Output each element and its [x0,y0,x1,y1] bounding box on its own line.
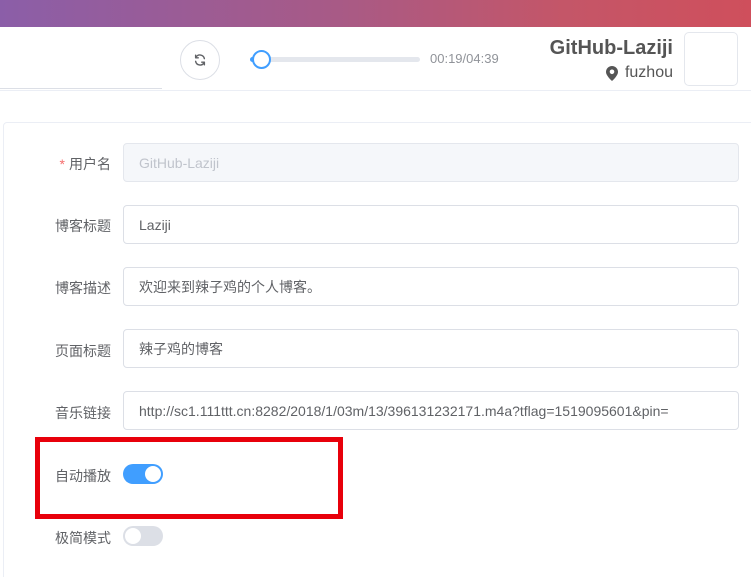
blog-desc-input[interactable]: 欢迎来到辣子鸡的个人博客。 [123,267,739,306]
music-progress-slider[interactable] [250,50,420,69]
refresh-icon [194,54,206,66]
user-location: fuzhou [605,64,673,82]
blog-title-label: 博客标题 [55,218,111,234]
blog-desc-label: 博客描述 [55,280,111,296]
minimal-mode-label: 极简模式 [55,530,111,546]
page-title-label: 页面标题 [55,343,111,359]
username-value: GitHub-Laziji [139,154,220,171]
location-pin-icon [605,65,618,81]
minimal-mode-switch[interactable] [123,526,163,546]
user-location-text: fuzhou [624,64,673,81]
page-title-input[interactable]: 辣子鸡的博客 [123,329,739,368]
username-label: * 用户名 [0,154,111,174]
switch-knob [125,528,141,544]
playback-time: 00:19/04:39 [430,51,499,66]
required-mark: * [59,156,65,172]
header: 00:19/04:39 GitHub-Laziji fuzhou [0,27,751,91]
header-divider [0,88,162,89]
refresh-button[interactable] [180,40,220,80]
music-link-label: 音乐链接 [55,405,111,421]
page-title-value: 辣子鸡的博客 [139,340,223,357]
blog-title-value: Laziji [139,216,171,233]
username-input[interactable]: GitHub-Laziji [123,143,739,182]
avatar[interactable] [684,32,738,86]
top-gradient-bar [0,0,751,27]
progress-handle[interactable] [251,50,271,69]
user-name: GitHub-Laziji [549,37,673,59]
music-link-input[interactable]: http://sc1.111ttt.cn:8282/2018/1/03m/13/… [123,391,739,430]
music-link-value: http://sc1.111ttt.cn:8282/2018/1/03m/13/… [139,402,669,419]
highlight-annotation-box [35,437,343,519]
blog-desc-value: 欢迎来到辣子鸡的个人博客。 [139,278,321,295]
blog-title-input[interactable]: Laziji [123,205,739,244]
username-label-text: 用户名 [69,156,111,172]
